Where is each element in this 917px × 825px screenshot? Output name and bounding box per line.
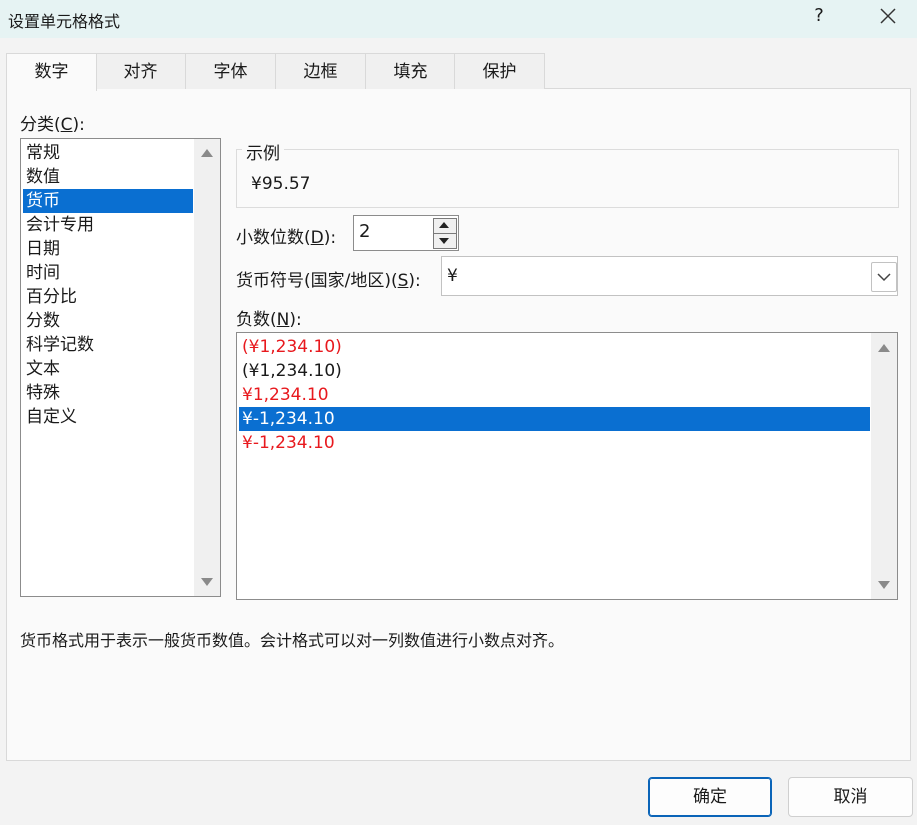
decimal-label-key: D [310, 228, 324, 248]
sample-group [236, 149, 899, 208]
arrow-down-icon [439, 238, 449, 244]
dropdown-button[interactable] [871, 262, 897, 292]
cancel-button[interactable]: 取消 [788, 777, 913, 817]
dialog-title: 设置单元格格式 [8, 12, 121, 31]
stepper-up-button[interactable] [433, 218, 457, 234]
category-item-fraction[interactable]: 分数 [23, 309, 193, 333]
tab-fill[interactable]: 填充 [365, 53, 456, 89]
negative-label-post: ): [289, 310, 302, 330]
decimal-places-stepper[interactable]: 2 [353, 215, 459, 251]
format-description: 货币格式用于表示一般货币数值。会计格式可以对一列数值进行小数点对齐。 [20, 631, 565, 650]
negative-format-item-selected[interactable]: ¥-1,234.10 [239, 407, 870, 431]
negative-label-pre: 负数( [236, 310, 277, 330]
category-item-general[interactable]: 常规 [23, 141, 193, 165]
negative-numbers-label: 负数(N): [236, 305, 302, 330]
tab-font[interactable]: 字体 [185, 53, 276, 89]
decimal-places-label: 小数位数(D): [236, 223, 336, 248]
sample-value: ¥95.57 [251, 174, 311, 194]
category-list[interactable]: 常规 数值 货币 会计专用 日期 时间 百分比 分数 科学记数 文本 特殊 自定… [20, 138, 221, 597]
category-label-key: C [60, 115, 73, 135]
category-item-special[interactable]: 特殊 [23, 381, 193, 405]
arrow-up-icon [439, 222, 449, 228]
currency-symbol-select[interactable]: ¥ [441, 256, 898, 296]
currency-symbol-label: 货币符号(国家/地区)(S): [236, 266, 421, 291]
decimal-label-post: ): [323, 228, 337, 248]
symbol-label-pre: 货币符号(国家/地区)( [236, 271, 398, 291]
negative-scrollbar[interactable] [871, 333, 897, 599]
category-item-text[interactable]: 文本 [23, 357, 193, 381]
category-item-currency[interactable]: 货币 [23, 189, 193, 213]
category-item-date[interactable]: 日期 [23, 237, 193, 261]
tab-alignment[interactable]: 对齐 [95, 53, 186, 89]
negative-format-item[interactable]: ¥-1,234.10 [239, 431, 870, 455]
sample-label: 示例 [242, 139, 284, 164]
category-item-accounting[interactable]: 会计专用 [23, 213, 193, 237]
symbol-label-key: S [397, 271, 409, 291]
scroll-down-icon[interactable] [878, 581, 890, 589]
tab-border[interactable]: 边框 [275, 53, 366, 89]
negative-numbers-list[interactable]: (¥1,234.10) (¥1,234.10) ¥1,234.10 ¥-1,23… [236, 332, 898, 600]
chevron-down-icon [877, 273, 891, 282]
symbol-label-post: ): [408, 271, 421, 291]
category-scrollbar[interactable] [194, 139, 220, 596]
negative-format-item[interactable]: (¥1,234.10) [239, 359, 870, 383]
category-label: 分类(C): [20, 110, 85, 135]
scroll-down-icon[interactable] [201, 578, 213, 586]
category-item-percentage[interactable]: 百分比 [23, 285, 193, 309]
scroll-up-icon[interactable] [201, 149, 213, 157]
category-label-pre: 分类( [20, 115, 61, 135]
decimal-places-value[interactable]: 2 [359, 221, 370, 242]
category-item-scientific[interactable]: 科学记数 [23, 333, 193, 357]
help-button[interactable]: ? [810, 5, 828, 26]
scroll-up-icon[interactable] [878, 344, 890, 352]
negative-format-item[interactable]: (¥1,234.10) [239, 335, 870, 359]
tab-protection[interactable]: 保护 [454, 53, 545, 89]
close-button[interactable] [878, 4, 898, 28]
category-item-time[interactable]: 时间 [23, 261, 193, 285]
stepper-down-button[interactable] [433, 233, 457, 249]
negative-format-item[interactable]: ¥1,234.10 [239, 383, 870, 407]
decimal-label-pre: 小数位数( [236, 228, 311, 248]
tab-number[interactable]: 数字 [6, 53, 97, 91]
close-icon [880, 8, 896, 24]
category-item-number[interactable]: 数值 [23, 165, 193, 189]
title-bar: 设置单元格格式 ? [0, 0, 917, 38]
ok-button[interactable]: 确定 [648, 777, 772, 817]
negative-label-key: N [276, 310, 290, 330]
currency-symbol-value: ¥ [447, 266, 458, 286]
category-item-custom[interactable]: 自定义 [23, 405, 193, 429]
category-label-post: ): [72, 115, 85, 135]
